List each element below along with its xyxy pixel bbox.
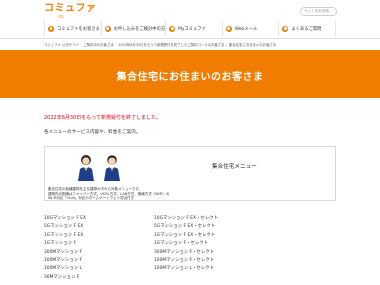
nav-item-apply[interactable]: お申し込みをご検討中の方 [102,21,167,36]
global-nav: コミュファをお客さま お申し込みをご検討中の方 Myコミュファ Webメール よ… [44,21,336,36]
question-icon [282,25,289,32]
plan-link[interactable]: 5Gマンション F EX [44,223,86,231]
plan-link[interactable]: 100Mマンション F・セレクト [154,257,218,265]
plan-link[interactable]: 100Mマンション F [44,257,86,265]
menu-card-description: 集合住宅の各種建物を主な建物の中から対象メニューです。 建物内の配線はファイバー… [45,185,335,203]
page-banner: 集合住宅にお住まいのお客さま [0,50,380,98]
menu-card[interactable]: 集合住宅メニュー 集合住宅の各種建物を主な建物の中から対象メニューです。 建物内… [44,146,336,201]
plan-link[interactable]: 1Gマンション F・セレクト [154,240,218,248]
person-icon [169,25,176,32]
nav-item-faq[interactable]: よくあるご質問 [279,21,336,36]
mail-icon [225,25,232,32]
plan-link[interactable]: 1Gマンション F [44,240,86,248]
intro-text: 各メニューのサービス内容や、料金をご案内。 [44,130,141,135]
breadcrumb-item-customers[interactable]: ご契約中のお客さま [83,43,114,47]
breadcrumb-item-ended-plans[interactable]: 2024年6月30日をもって新規受付を終了したご契約コースのお客さま [118,43,224,47]
plan-link[interactable]: 10Gマンション F EX [44,215,86,223]
plan-link[interactable]: 100Mマンション L・セレクト [154,265,218,273]
plan-link[interactable]: 100Mマンション L [44,265,86,273]
man-illustration-icon [104,155,120,181]
logo[interactable]: コミュファ ctc [44,3,97,20]
search-input[interactable]: サイト内を検索 [300,7,337,16]
plan-link[interactable]: 30Mマンション F [44,274,86,282]
plan-link[interactable]: 10Gマンション F EX・セレクト [154,215,218,223]
nav-item-my-commufa[interactable]: Myコミュファ [166,21,223,36]
breadcrumb-separator: › [226,43,228,47]
breadcrumb-separator: › [80,43,82,47]
nav-label: Myコミュファ [178,26,206,32]
woman-illustration-icon [78,155,94,181]
breadcrumb-item-home[interactable]: コミュファ 公式サイト [44,43,79,47]
plan-column-select: 10Gマンション F EX・セレクト 5Gマンション F EX・セレクト 1Gマ… [154,215,218,274]
nav-item-customers[interactable]: コミュファをお客さま [44,21,102,36]
user-icon [48,25,54,32]
notice-text: 2022年6月30日をもって新規受付を終了しました。 [44,115,162,121]
breadcrumb-item-current: 集合住宅にお住まいのお客さま [228,43,277,47]
breadcrumb: コミュファ 公式サイト › ご契約中のお客さま › 2024年6月30日をもって新規受付… [44,42,276,47]
plan-link[interactable]: 300Mマンション F・セレクト [154,249,218,257]
search-placeholder: サイト内を検索 [304,9,330,13]
menu-desc-line: Wi-Fi対応「Club」対応のホームゲートウェイ貸出付き [48,196,135,201]
logo-text: コミュファ [44,3,97,14]
site-header: コミュファ ctc サイト内を検索 コミュファをお客さま お申し込みをご検討中の… [0,0,380,36]
nav-label: よくあるご質問 [291,26,322,32]
plan-link[interactable]: 1Gマンション F EX [44,232,86,240]
breadcrumb-separator: › [115,43,117,47]
menu-card-title: 集合住宅メニュー [212,164,257,170]
plan-link[interactable]: 5Gマンション F EX・セレクト [154,223,218,231]
header-divider [0,38,380,39]
plan-column-standard: 10Gマンション F EX 5Gマンション F EX 1Gマンション F EX … [44,215,86,282]
nav-label: コミュファをお客さま [57,26,100,32]
menu-card-header: 集合住宅メニュー [45,147,335,185]
page-title: 集合住宅にお住まいのお客さま [116,72,264,83]
nav-label: Webメール [234,26,258,32]
logo-sub: ctc [58,14,64,19]
nav-item-webmail[interactable]: Webメール [223,21,280,36]
plan-link[interactable]: 300Mマンション F [44,249,86,257]
plan-link[interactable]: 1Gマンション F EX・セレクト [154,232,218,240]
document-icon [104,25,111,32]
nav-label: お申し込みをご検討中の方 [113,26,166,32]
